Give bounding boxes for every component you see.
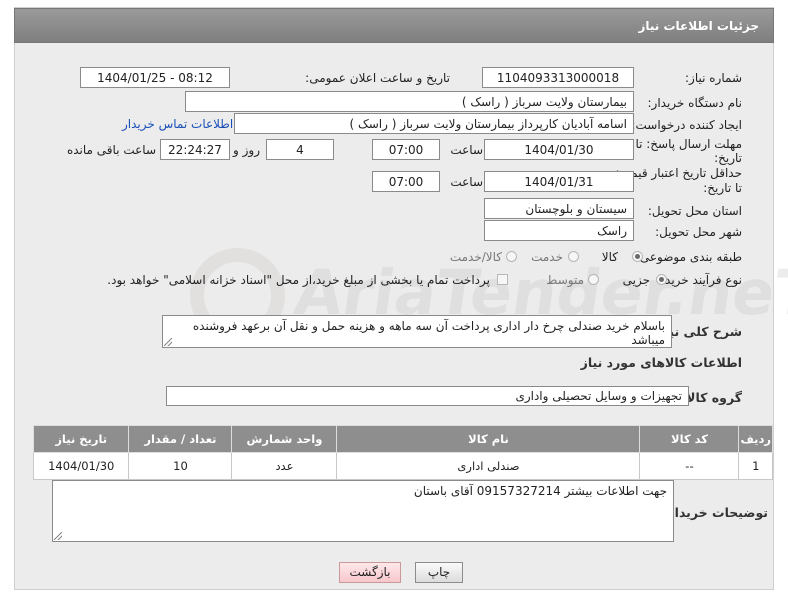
city-field: راسک <box>484 220 634 241</box>
goods-section-title: اطلاعات کالاهای مورد نیاز <box>580 355 742 370</box>
days-and-label: روز و <box>233 143 260 157</box>
need-number-label: شماره نیاز: <box>685 71 742 85</box>
requester-label: ایجاد کننده درخواست: <box>631 118 742 132</box>
treasury-payment-checkbox[interactable] <box>497 274 508 285</box>
reply-hour-label: ساعت <box>450 143 483 157</box>
price-time-field: 07:00 <box>372 171 440 192</box>
description-text: باسلام خرید صندلی چرخ دار اداری پرداخت آ… <box>192 319 665 347</box>
price-date-field: 1404/01/31 <box>484 171 634 192</box>
table-row: 1 -- صندلی اداری عدد 10 1404/01/30 <box>32 452 773 480</box>
category-option-goods: کالا <box>601 250 618 264</box>
col-unit: واحد شمارش <box>231 425 338 453</box>
buyer-notes-textarea[interactable]: جهت اطلاعات بیشتر 09157327214 آقای باستا… <box>52 480 674 542</box>
announce-field: 1404/01/25 - 08:12 <box>80 67 230 88</box>
province-label: استان محل تحویل: <box>647 204 742 218</box>
col-item-code: کد کالا <box>639 425 740 453</box>
cell-need-date: 1404/01/30 <box>32 452 130 480</box>
city-label: شهر محل تحویل: <box>655 225 742 239</box>
back-button[interactable]: بازگشت <box>339 562 401 583</box>
reply-date-field: 1404/01/30 <box>484 139 634 160</box>
purchase-option-minor: جزیی <box>622 273 650 287</box>
purchase-type-label: نوع فرآیند خرید : <box>657 273 742 287</box>
cell-quantity: 10 <box>128 452 233 480</box>
col-need-date: تاریخ نیاز <box>32 425 130 453</box>
resize-handle-icon[interactable] <box>164 338 172 346</box>
buyer-contact-link[interactable]: اطلاعات تماس خریدار <box>122 117 233 131</box>
col-item-name: نام کالا <box>336 425 641 453</box>
purchase-radio-medium[interactable] <box>588 274 599 285</box>
reply-deadline-label-date: تاریخ: <box>714 151 742 165</box>
announce-label: تاریخ و ساعت اعلان عمومی: <box>305 71 450 85</box>
category-label: طبقه بندی موضوعی: <box>635 250 742 264</box>
remaining-label: ساعت باقی مانده <box>66 143 156 157</box>
reply-deadline-label: مهلت ارسال پاسخ: تا <box>635 137 742 151</box>
days-field: 4 <box>266 139 334 160</box>
category-radio-goods[interactable] <box>632 251 643 262</box>
panel-title: جزئیات اطلاعات نیاز <box>638 19 759 33</box>
purchase-radio-minor[interactable] <box>656 274 667 285</box>
buyer-org-label: نام دستگاه خریدار: <box>647 96 743 110</box>
category-option-goods-service: کالا/خدمت <box>449 250 502 264</box>
requester-field: اسامه آبادیان کارپرداز بیمارستان ولایت س… <box>234 113 634 134</box>
buyer-notes-text: جهت اطلاعات بیشتر 09157327214 آقای باستا… <box>413 484 667 498</box>
goods-group-field: تجهیزات و وسایل تحصیلی واداری <box>166 386 689 406</box>
need-number-field: 1104093313000018 <box>482 67 634 88</box>
treasury-payment-note: پرداخت تمام یا بخشی از مبلغ خرید،از محل … <box>107 273 490 287</box>
province-field: سیستان و بلوچستان <box>484 198 634 219</box>
price-validity-label: حداقل تاریخ اعتبار قیمت: <box>615 166 742 180</box>
cell-item-code: -- <box>639 452 740 480</box>
remaining-time-field: 22:24:27 <box>160 139 230 160</box>
description-textarea[interactable]: باسلام خرید صندلی چرخ دار اداری پرداخت آ… <box>162 315 672 348</box>
goods-group-label: گروه کالا: <box>681 390 742 405</box>
category-option-service: خدمت <box>531 250 563 264</box>
cell-unit: عدد <box>231 452 338 480</box>
col-quantity: تعداد / مقدار <box>128 425 233 453</box>
buyer-org-field: بیمارستان ولایت سرباز ( راسک ) <box>185 91 634 112</box>
goods-table-header: ردیف کد کالا نام کالا واحد شمارش تعداد /… <box>32 425 773 453</box>
goods-table: ردیف کد کالا نام کالا واحد شمارش تعداد /… <box>32 425 773 480</box>
cell-row-number: 1 <box>738 452 773 480</box>
purchase-option-medium: متوسط <box>546 273 584 287</box>
resize-handle-icon[interactable] <box>54 532 62 540</box>
price-hour-label: ساعت <box>450 175 483 189</box>
category-radio-service[interactable] <box>568 251 579 262</box>
buyer-notes-label: توضیحات خریدار: <box>662 505 768 520</box>
col-row-number: ردیف <box>738 425 773 453</box>
print-button[interactable]: چاپ <box>415 562 463 583</box>
cell-item-name: صندلی اداری <box>336 452 641 480</box>
category-radio-goods-service[interactable] <box>506 251 517 262</box>
price-validity-label-date: تا تاریخ: <box>703 181 742 195</box>
panel-header: جزئیات اطلاعات نیاز <box>14 8 774 43</box>
reply-time-field: 07:00 <box>372 139 440 160</box>
